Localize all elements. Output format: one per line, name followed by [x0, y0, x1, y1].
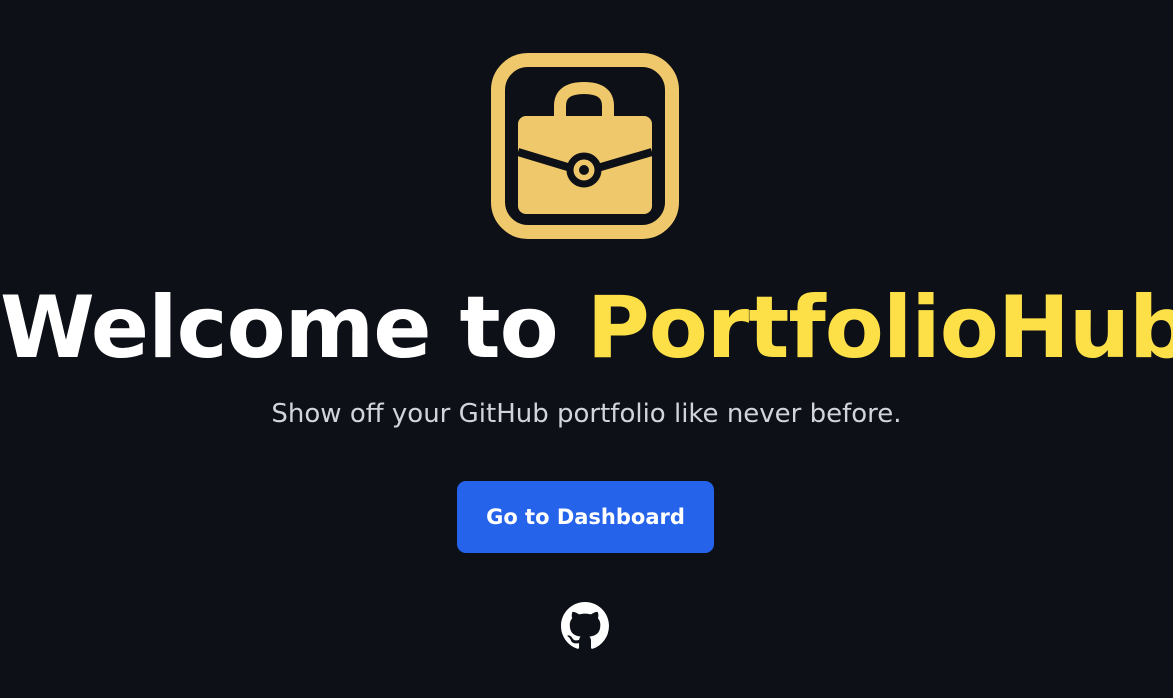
github-link[interactable]: [561, 602, 609, 650]
landing-page: Welcome to PortfolioHub Show off your Gi…: [0, 0, 1173, 698]
page-subtitle: Show off your GitHub portfolio like neve…: [271, 399, 902, 429]
briefcase-icon: [491, 53, 679, 239]
headline-brand: PortfolioHub: [586, 278, 1173, 378]
go-to-dashboard-button[interactable]: Go to Dashboard: [457, 481, 714, 553]
headline-lead: Welcome to: [0, 278, 559, 378]
page-title: Welcome to PortfolioHub: [0, 280, 1173, 376]
github-icon: [561, 602, 609, 649]
